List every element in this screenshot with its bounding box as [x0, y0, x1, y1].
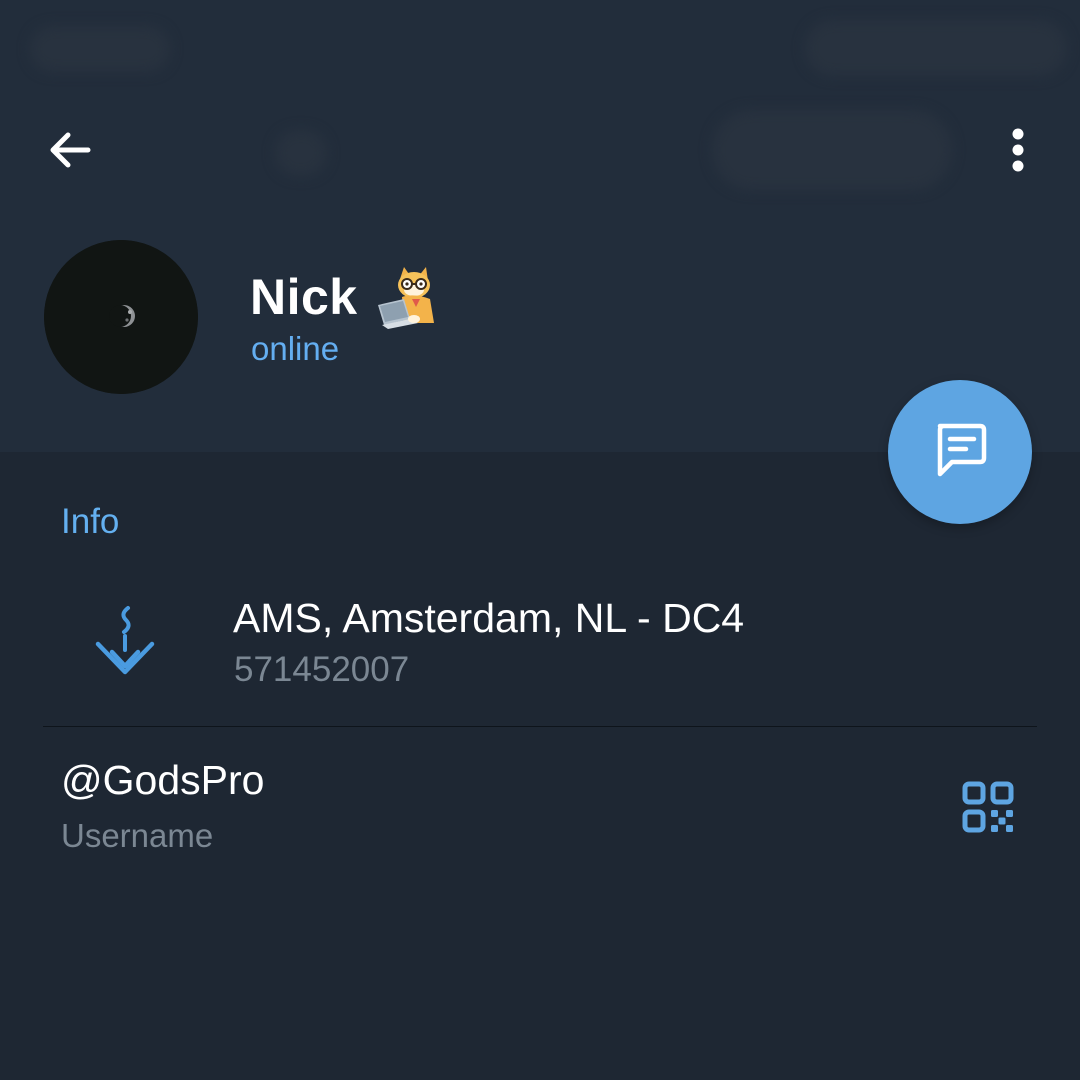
info-section-title: Info [61, 502, 120, 541]
qr-code-button[interactable] [952, 773, 1024, 845]
message-icon [930, 420, 990, 485]
moon-avatar-icon [44, 240, 198, 394]
location-subtitle: 571452007 [234, 650, 410, 689]
cat-laptop-sticker-icon[interactable] [374, 265, 442, 329]
blurred-toolbar-right [712, 110, 952, 190]
blurred-toolbar-center [275, 130, 327, 176]
username-value: @GodsPro [61, 757, 265, 803]
username-row[interactable]: @GodsPro Username [0, 727, 1080, 887]
qr-code-icon [962, 781, 1014, 838]
more-vertical-icon [1011, 127, 1025, 178]
profile-name: Nick [250, 269, 358, 325]
back-button[interactable] [38, 120, 102, 184]
arrow-left-icon [46, 126, 94, 179]
profile-header: Nick online [0, 0, 1080, 452]
more-options-button[interactable] [988, 120, 1048, 184]
location-pin-icon [90, 600, 160, 680]
blurred-status-left [30, 26, 170, 72]
profile-name-row: Nick [250, 262, 442, 332]
location-title: AMS, Amsterdam, NL - DC4 [233, 595, 745, 641]
online-status: online [251, 330, 340, 367]
send-message-button[interactable] [888, 380, 1032, 524]
username-label: Username [61, 817, 214, 854]
blurred-status-right [805, 20, 1067, 76]
avatar[interactable] [44, 240, 198, 394]
